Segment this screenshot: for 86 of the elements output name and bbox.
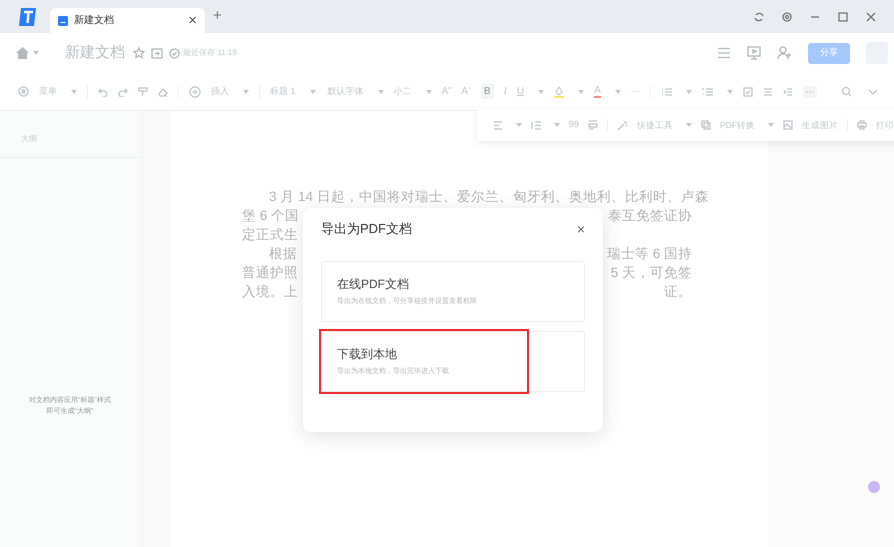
caret-icon (726, 90, 733, 94)
maximize-icon[interactable] (838, 12, 848, 22)
magic-wand-icon[interactable] (617, 120, 628, 130)
document-text: 堡 6 个国 (242, 207, 300, 225)
pdf-convert-dropdown[interactable]: PDF转换 (720, 118, 756, 132)
menu-list-icon[interactable] (18, 86, 29, 97)
document-text: 5 天，可免签 (610, 264, 692, 282)
dialog-title: 导出为PDF文档 (321, 220, 412, 238)
caret-icon (378, 90, 384, 94)
paragraph-icon[interactable] (588, 120, 598, 130)
document-text: 定正式生 (242, 226, 298, 244)
caret-icon (768, 123, 774, 127)
copy-icon[interactable] (701, 120, 712, 130)
generate-image-button[interactable]: 生成图片 (802, 118, 838, 132)
presentation-icon[interactable] (747, 46, 761, 60)
menu-dropdown[interactable]: 菜单 (39, 84, 57, 98)
search-icon[interactable] (841, 86, 852, 97)
print-button[interactable]: 打印 (876, 118, 894, 132)
document-text: 证。 (664, 283, 692, 301)
increase-font-button[interactable]: A⁺ (442, 84, 452, 99)
decrease-font-button[interactable]: A⁻ (461, 84, 471, 99)
sync-icon[interactable] (754, 12, 764, 22)
document-text: 入境。上 (242, 283, 298, 301)
italic-button[interactable]: I (504, 84, 507, 99)
app-logo-icon[interactable] (18, 8, 38, 26)
menu-icon[interactable] (717, 47, 731, 59)
option-title: 在线PDF文档 (337, 276, 410, 293)
more-icon[interactable] (802, 86, 817, 98)
plus-circle-icon[interactable] (189, 86, 201, 98)
tab-title: 新建文档 (74, 14, 115, 28)
document-text: 普通护照 (242, 264, 298, 282)
caret-icon (426, 90, 432, 94)
document-title[interactable]: 新建文档 (65, 42, 125, 64)
caret-icon (33, 51, 39, 55)
close-icon[interactable] (866, 12, 876, 22)
option-title: 下载到本地 (337, 346, 398, 363)
heading-dropdown[interactable]: 标题 1 (270, 84, 296, 98)
document-text: 根据 (268, 245, 297, 263)
document-text: 瑞士等 6 国持 (606, 245, 692, 263)
document-text: 3 月 14 日起，中国将对瑞士、爱尔兰、匈牙利、奥地利、比利时、卢森 (268, 188, 709, 206)
tab-close-button[interactable]: × (188, 13, 197, 28)
document-tab[interactable]: 新建文档 × (50, 8, 205, 33)
quote-button[interactable]: 99 (569, 118, 580, 132)
printer-icon[interactable] (857, 120, 868, 130)
caret-icon (516, 123, 522, 127)
share-button[interactable]: 分享 (808, 42, 850, 64)
image-icon[interactable] (783, 120, 794, 130)
insert-dropdown[interactable]: 插入 (211, 84, 229, 98)
caret-icon (310, 90, 316, 94)
checkbox-list-icon[interactable] (742, 86, 753, 96)
settings-icon[interactable] (782, 12, 792, 22)
eraser-icon[interactable] (158, 86, 168, 96)
font-size-dropdown[interactable]: 小二 (394, 84, 412, 98)
check-circle-icon (169, 48, 180, 58)
caret-icon (686, 123, 692, 127)
align-icon[interactable] (762, 86, 773, 96)
caret-icon (614, 90, 621, 94)
document-icon (58, 16, 68, 26)
font-color-button[interactable]: A (594, 86, 601, 98)
new-tab-button[interactable]: + (213, 4, 222, 27)
highlighter-icon[interactable] (554, 86, 564, 98)
caret-icon (538, 90, 544, 94)
numbered-list-icon[interactable] (702, 86, 713, 96)
caret-icon (71, 90, 77, 94)
indent-icon[interactable] (782, 86, 793, 96)
redo-icon[interactable] (118, 86, 128, 96)
caret-icon (554, 123, 560, 127)
caret-icon (686, 90, 692, 94)
caret-icon (243, 90, 249, 94)
star-icon[interactable] (133, 47, 145, 59)
close-button[interactable]: × (576, 222, 585, 236)
font-dropdown[interactable]: 默认字体 (328, 84, 364, 98)
quick-tools-dropdown[interactable]: 快捷工具 (637, 118, 674, 132)
underline-button[interactable]: U (516, 84, 524, 99)
caret-icon (578, 90, 584, 94)
document-text: 泰互免签证协 (608, 207, 692, 225)
more-button[interactable]: ··· (630, 84, 640, 98)
undo-icon[interactable] (98, 86, 108, 96)
bullet-list-icon[interactable] (660, 86, 672, 96)
line-spacing-icon[interactable] (531, 120, 541, 130)
chevron-down-icon[interactable] (868, 88, 878, 94)
add-user-icon[interactable] (777, 46, 792, 60)
bold-button[interactable]: B (480, 84, 494, 99)
home-icon[interactable] (16, 47, 29, 59)
align-left-icon[interactable] (493, 120, 503, 130)
format-painter-icon[interactable] (138, 86, 148, 96)
